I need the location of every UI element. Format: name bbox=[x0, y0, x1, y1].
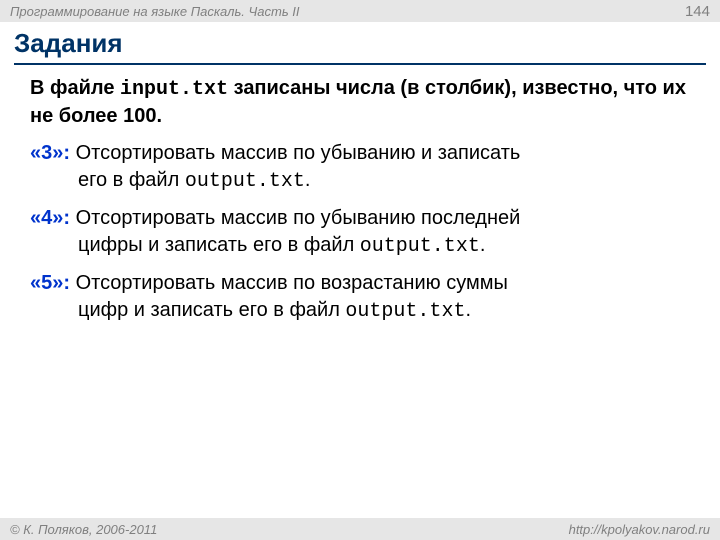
task-4-line1: Отсортировать массив по убыванию последн… bbox=[70, 207, 520, 229]
task-3-line2a: его в файл bbox=[78, 169, 185, 191]
content: В файле input.txt записаны числа (в стол… bbox=[0, 65, 720, 325]
copyright: © К. Поляков, 2006-2011 bbox=[10, 522, 157, 537]
intro-part1: В файле bbox=[30, 77, 120, 99]
task-4: «4»: Отсортировать массив по убыванию по… bbox=[30, 205, 694, 260]
task-5-line2a: цифр и записать его в файл bbox=[78, 299, 345, 321]
task-5: «5»: Отсортировать массив по возрастанию… bbox=[30, 270, 694, 325]
task-3-line2: его в файл output.txt. bbox=[30, 167, 694, 195]
task-5-line1: Отсортировать массив по возрастанию сумм… bbox=[70, 272, 508, 294]
task-5-line2b: . bbox=[465, 299, 471, 321]
intro-file: input.txt bbox=[120, 78, 228, 101]
task-3-file: output.txt bbox=[185, 170, 305, 193]
title-block: Задания bbox=[0, 22, 720, 61]
task-4-file: output.txt bbox=[360, 235, 480, 258]
task-5-file: output.txt bbox=[345, 300, 465, 323]
task-3-label: «3»: bbox=[30, 142, 70, 164]
course-title: Программирование на языке Паскаль. Часть… bbox=[10, 4, 300, 19]
footer-url: http://kpolyakov.narod.ru bbox=[569, 522, 710, 537]
task-5-line2: цифр и записать его в файл output.txt. bbox=[30, 297, 694, 325]
header-bar: Программирование на языке Паскаль. Часть… bbox=[0, 0, 720, 22]
task-3-line1: Отсортировать массив по убыванию и запис… bbox=[70, 142, 520, 164]
task-4-label: «4»: bbox=[30, 207, 70, 229]
footer-bar: © К. Поляков, 2006-2011 http://kpolyakov… bbox=[0, 518, 720, 540]
page-title: Задания bbox=[14, 28, 706, 59]
task-3: «3»: Отсортировать массив по убыванию и … bbox=[30, 140, 694, 195]
task-5-label: «5»: bbox=[30, 272, 70, 294]
task-4-line2: цифры и записать его в файл output.txt. bbox=[30, 232, 694, 260]
page-number: 144 bbox=[685, 3, 710, 20]
task-3-line2b: . bbox=[305, 169, 311, 191]
task-4-line2a: цифры и записать его в файл bbox=[78, 234, 360, 256]
intro-text: В файле input.txt записаны числа (в стол… bbox=[30, 75, 694, 130]
task-4-line2b: . bbox=[480, 234, 486, 256]
